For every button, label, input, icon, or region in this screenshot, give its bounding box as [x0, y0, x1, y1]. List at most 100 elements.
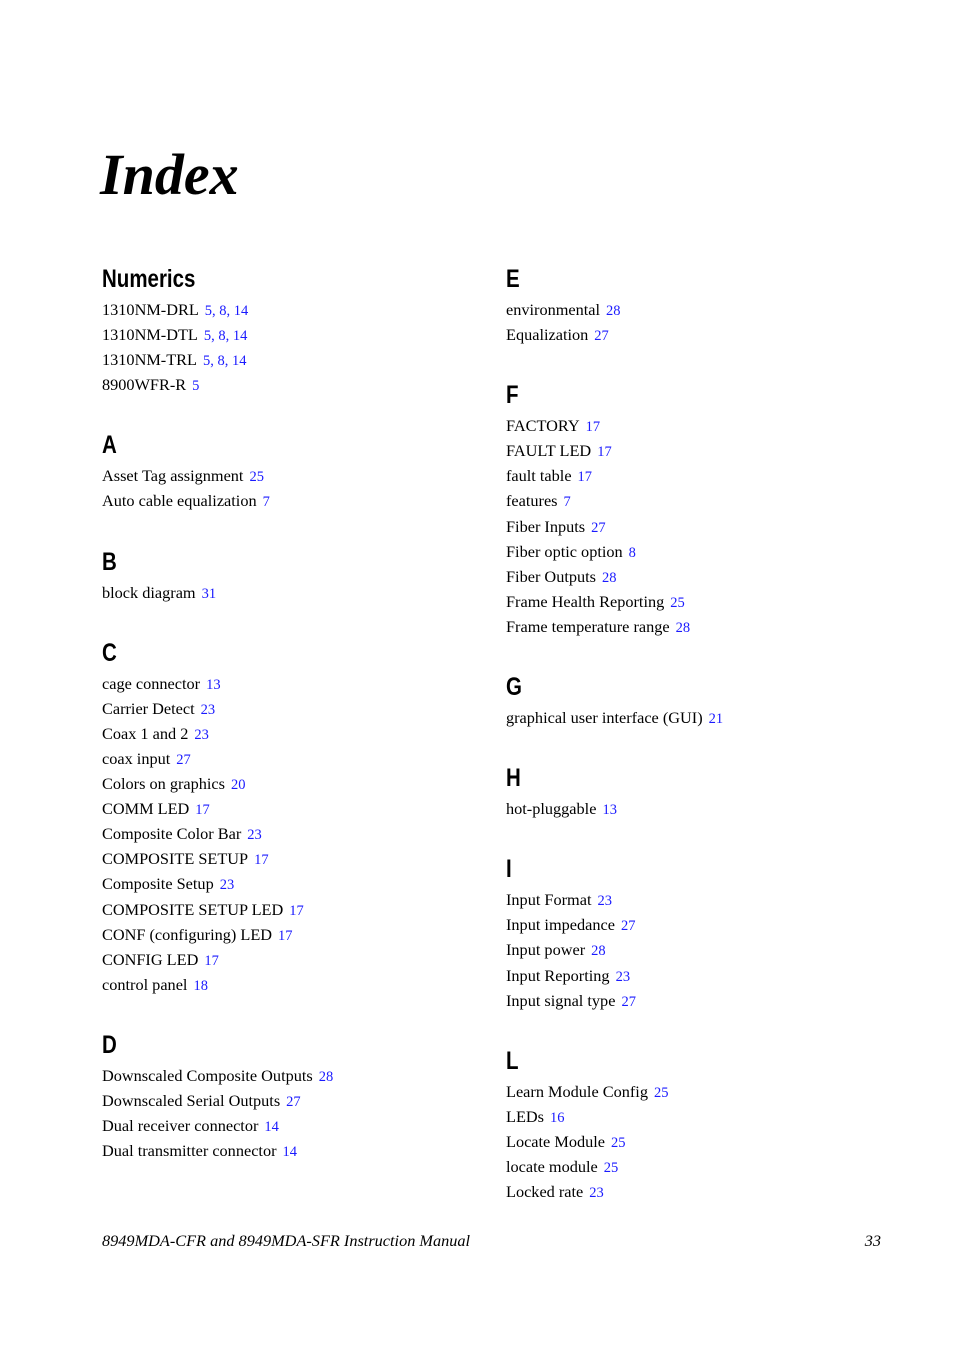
entry-pages: 31: [202, 586, 217, 602]
index-entry: CONF (configuring) LED 17: [102, 923, 482, 948]
page-link[interactable]: 8: [219, 303, 226, 319]
page-link[interactable]: 27: [176, 752, 191, 768]
section-heading: F: [506, 381, 519, 410]
page-link[interactable]: 7: [263, 494, 270, 510]
page-link[interactable]: 27: [621, 918, 636, 934]
page-link[interactable]: 14: [233, 328, 248, 344]
page-link[interactable]: 27: [594, 328, 609, 344]
entry-term: graphical user interface (GUI): [506, 708, 703, 728]
page-link[interactable]: 25: [654, 1085, 669, 1101]
page-link[interactable]: 28: [606, 303, 621, 319]
page-link[interactable]: 14: [264, 1119, 279, 1135]
page-link[interactable]: 17: [278, 928, 293, 944]
page-link[interactable]: 23: [220, 877, 235, 893]
page-link[interactable]: 17: [597, 444, 612, 460]
page-link[interactable]: 28: [676, 620, 691, 636]
entry-term: 1310NM-TRL: [102, 350, 197, 370]
entry-term: CONFIG LED: [102, 949, 199, 969]
entry-term: Fiber optic option: [506, 541, 623, 561]
page-link[interactable]: 8: [217, 353, 224, 369]
page-link[interactable]: 18: [193, 978, 208, 994]
entry-term: environmental: [506, 300, 601, 319]
page-link[interactable]: 17: [204, 953, 219, 969]
entry-term: Locked rate: [506, 1182, 584, 1202]
page-link[interactable]: 16: [550, 1110, 565, 1126]
manual-title: 8949MDA-CFR and 8949MDA-SFR Instruction …: [102, 1231, 471, 1250]
entry-term: Composite Color Bar: [102, 824, 242, 844]
entry-term: Colors on graphics: [102, 774, 225, 794]
page-link[interactable]: 17: [578, 469, 593, 485]
page-link[interactable]: 25: [670, 595, 685, 611]
page-link[interactable]: 23: [247, 827, 262, 843]
page-link[interactable]: 14: [234, 303, 249, 319]
index-entry: features 7: [506, 489, 886, 514]
page-link[interactable]: 13: [602, 802, 617, 818]
section-heading: D: [102, 1030, 117, 1059]
page-link[interactable]: 23: [616, 969, 631, 985]
entry-pages: 25: [611, 1135, 626, 1151]
index-section: I Input Format 23 Input impedance 27 Input po…: [506, 852, 886, 1013]
page-link[interactable]: 27: [621, 994, 636, 1010]
entry-term: features: [506, 491, 558, 511]
page-link[interactable]: 25: [249, 469, 264, 485]
entry-list: environmental 28 Equalization 27: [506, 298, 886, 348]
page-link[interactable]: 27: [286, 1094, 301, 1110]
entry-pages: 7: [564, 494, 571, 510]
page-link[interactable]: 13: [206, 677, 221, 693]
entry-pages: 27: [621, 918, 636, 934]
page-link[interactable]: 17: [586, 419, 601, 435]
page-link[interactable]: 14: [232, 353, 247, 369]
index-entry: Learn Module Config 25: [506, 1080, 886, 1105]
entry-pages: 8: [629, 545, 636, 561]
page-link[interactable]: 25: [604, 1160, 619, 1176]
page-link[interactable]: 23: [194, 727, 209, 743]
index-section: Bblock diagram 31: [102, 545, 482, 606]
entry-term: Locate Module: [506, 1131, 606, 1151]
page-link[interactable]: 27: [591, 520, 606, 536]
entry-pages: 25: [249, 469, 264, 485]
entry-pages: 28: [676, 620, 691, 636]
page-link[interactable]: 17: [289, 903, 304, 919]
page-link[interactable]: 5: [205, 303, 212, 319]
page-link[interactable]: 5: [192, 378, 199, 394]
page-link[interactable]: 17: [254, 852, 269, 868]
section-heading: H: [506, 764, 521, 793]
page-separator: ,: [224, 353, 232, 370]
page-link[interactable]: 23: [589, 1185, 604, 1201]
page-link[interactable]: 8: [218, 328, 225, 344]
entry-pages: 23: [194, 727, 209, 743]
entry-term: Fiber Outputs: [506, 566, 597, 586]
page-link[interactable]: 31: [202, 586, 217, 602]
page-link[interactable]: 21: [709, 711, 724, 727]
entry-pages: 25: [670, 595, 685, 611]
entry-pages: 17: [254, 852, 269, 868]
entry-pages: 17: [578, 469, 593, 485]
page-link[interactable]: 17: [195, 802, 210, 818]
index-section: Eenvironmental 28 Equalization 27: [506, 262, 886, 348]
page-link[interactable]: 28: [602, 570, 617, 586]
page-link[interactable]: 28: [591, 943, 606, 959]
index-entry: 1310NM-DRL 5, 8, 14: [102, 298, 482, 323]
index-section: Numerics 1310NM-DRL 5, 8, 14 1310NM-DTL 5, 8…: [102, 262, 482, 398]
entry-pages: 23: [201, 702, 216, 718]
entry-term: hot-pluggable: [506, 799, 597, 819]
index-entry: Dual receiver connector 14: [102, 1114, 482, 1139]
section-heading: B: [102, 547, 117, 576]
page-link[interactable]: 14: [283, 1144, 298, 1160]
entry-pages: 23: [247, 827, 262, 843]
entry-pages: 27: [621, 994, 636, 1010]
index-entry: COMM LED 17: [102, 797, 482, 822]
entry-term: Auto cable equalization: [102, 491, 257, 511]
page-link[interactable]: 20: [231, 777, 246, 793]
entry-list: Asset Tag assignment 25 Auto cable equaliz…: [102, 464, 482, 514]
page-link[interactable]: 28: [319, 1069, 334, 1085]
page-link[interactable]: 23: [597, 893, 612, 909]
page-link[interactable]: 8: [629, 545, 636, 561]
page-link[interactable]: 7: [564, 494, 571, 510]
page-link[interactable]: 25: [611, 1135, 626, 1151]
page-link[interactable]: 23: [201, 702, 216, 718]
index-entry: Dual transmitter connector 14: [102, 1139, 482, 1164]
